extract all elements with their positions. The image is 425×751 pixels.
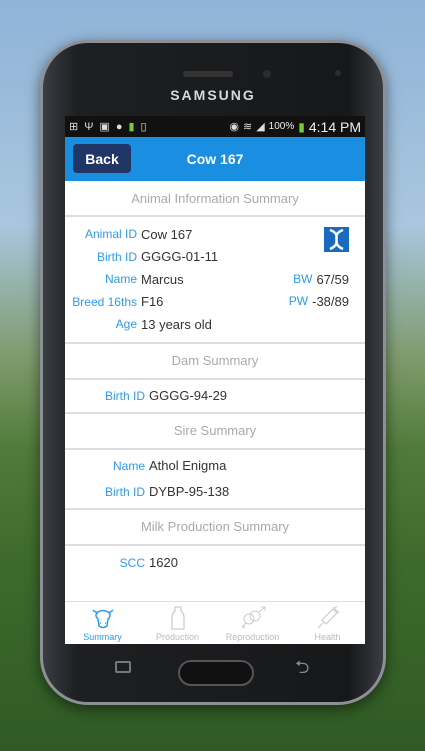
file-icon: ▯ bbox=[140, 121, 147, 133]
animal-info-body: Animal ID Cow 167 Birth ID GGGG-01-11 Name… bbox=[65, 217, 365, 344]
battery-percent: 100% bbox=[268, 121, 295, 132]
battery-small-icon: ▮ bbox=[128, 121, 135, 133]
pw-field: PW -38/89 bbox=[288, 294, 349, 310]
home-button[interactable] bbox=[178, 660, 254, 686]
phone-frame: SAMSUNG ⊞ Ψ ▣ ● ▮ ▯ ◉ ≋ ◢ 100% ▮ 4:14 PM… bbox=[40, 40, 386, 705]
app-header: Back Cow 167 bbox=[65, 137, 365, 181]
info-row: Birth ID GGGG-94-29 bbox=[104, 388, 228, 403]
summary-content[interactable]: Animal Information Summary Animal ID Cow … bbox=[65, 181, 365, 601]
chat-icon: ● bbox=[115, 120, 123, 133]
milk-bottle-icon bbox=[170, 606, 185, 630]
speaker bbox=[183, 71, 233, 77]
screen: ⊞ Ψ ▣ ● ▮ ▯ ◉ ≋ ◢ 100% ▮ 4:14 PM Back Co… bbox=[65, 116, 365, 644]
dam-body: Birth ID GGGG-94-29 bbox=[65, 380, 365, 414]
syringe-icon bbox=[317, 606, 339, 629]
milk-body: SCC 1620 bbox=[65, 546, 365, 580]
status-bar: ⊞ Ψ ▣ ● ▮ ▯ ◉ ≋ ◢ 100% ▮ 4:14 PM bbox=[65, 116, 365, 137]
notification-icon: ⊞ bbox=[69, 121, 79, 133]
recent-apps-button[interactable] bbox=[115, 661, 131, 673]
section-milk: Milk Production Summary bbox=[65, 510, 365, 546]
tab-bar: Summary Production Reproduction Health bbox=[65, 601, 365, 644]
section-sire: Sire Summary bbox=[65, 414, 365, 450]
page-title: Cow 167 bbox=[186, 151, 244, 167]
info-row: Birth ID GGGG-01-11 bbox=[96, 249, 219, 265]
dna-logo-icon bbox=[324, 227, 349, 252]
info-row: Birth ID DYBP-95-138 bbox=[104, 484, 230, 499]
cow-icon bbox=[91, 609, 114, 629]
signal-icon: ◢ bbox=[256, 121, 265, 133]
tab-summary[interactable]: Summary bbox=[65, 602, 140, 644]
section-dam: Dam Summary bbox=[65, 344, 365, 380]
sensor bbox=[335, 70, 341, 76]
tab-health[interactable]: Health bbox=[290, 602, 365, 644]
device-brand: SAMSUNG bbox=[170, 87, 256, 103]
info-row: Name Marcus BW 67/59 bbox=[104, 271, 349, 287]
info-row: Breed 16ths F16 PW -38/89 bbox=[72, 294, 349, 310]
info-row: Name Athol Enigma bbox=[112, 458, 227, 473]
info-row: SCC 1620 bbox=[119, 555, 178, 570]
battery-icon: ▮ bbox=[298, 119, 305, 134]
clock: 4:14 PM bbox=[308, 118, 361, 135]
wifi-icon: ≋ bbox=[242, 121, 253, 133]
eye-icon: ◉ bbox=[229, 121, 239, 133]
back-button[interactable]: Back bbox=[73, 144, 131, 173]
sire-body: Name Athol Enigma Birth ID DYBP-95-138 bbox=[65, 450, 365, 510]
gender-icon bbox=[241, 606, 265, 629]
tab-production[interactable]: Production bbox=[140, 602, 215, 644]
bw-field: BW 67/59 bbox=[293, 271, 349, 287]
camera bbox=[263, 70, 271, 78]
usb-icon: Ψ bbox=[84, 120, 94, 133]
tab-reproduction[interactable]: Reproduction bbox=[215, 602, 290, 644]
section-animal-info: Animal Information Summary bbox=[65, 181, 365, 217]
image-icon: ▣ bbox=[99, 121, 110, 133]
info-row: Animal ID Cow 167 bbox=[84, 226, 193, 242]
back-nav-button[interactable]: ⮌ bbox=[295, 655, 309, 685]
info-row: Age 13 years old bbox=[115, 316, 212, 332]
